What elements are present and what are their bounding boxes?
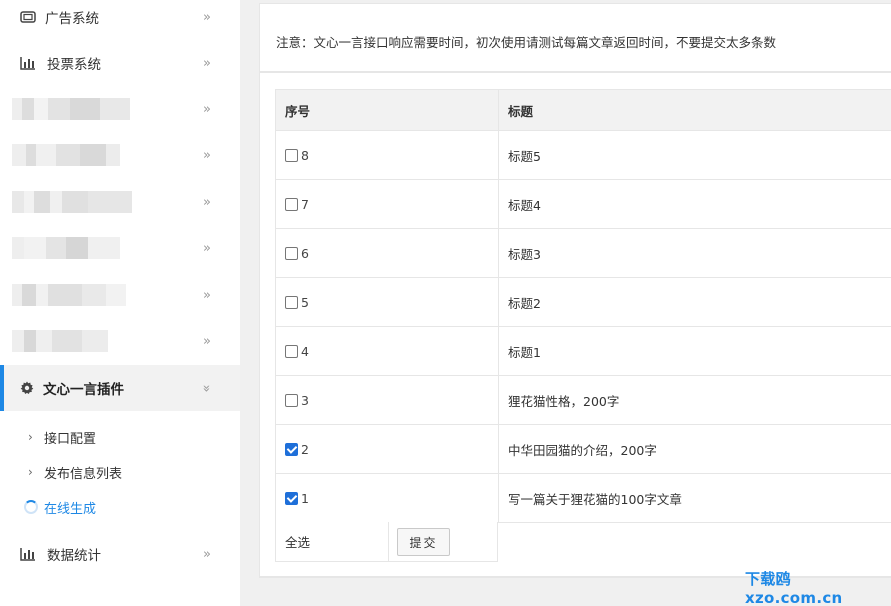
title-cell: 写一篇关于狸花猫的100字文章 <box>508 491 682 507</box>
chevron-down-icon: » <box>198 384 214 392</box>
table-row: 1 写一篇关于狸花猫的100字文章 <box>275 474 891 523</box>
loading-spinner-icon <box>24 500 38 514</box>
id-cell: 3 <box>276 376 499 424</box>
title-cell: 狸花猫性格，200字 <box>508 393 620 409</box>
ad-icon <box>20 9 36 25</box>
table-header-row: 序号 标题 <box>275 89 891 131</box>
notice-box: 注意：文心一言接口响应需要时间，初次使用请测试每篇文章返回时间，不要提交太多条数 <box>259 3 891 73</box>
id-cell: 1 <box>276 474 499 522</box>
title-cell: 标题1 <box>508 344 541 360</box>
sidebar-item-vote[interactable]: 投票系统 » <box>0 40 240 86</box>
table-row: 7 标题4 <box>275 180 891 229</box>
chevron-right-icon: » <box>203 240 211 256</box>
sidebar-item-label: 文心一言插件 <box>43 382 124 398</box>
row-id: 2 <box>301 441 309 457</box>
row-checkbox[interactable] <box>285 344 298 358</box>
sidebar-item-label: 数据统计 <box>47 548 101 564</box>
subnav-item-publish-list[interactable]: › 发布信息列表 <box>0 457 240 487</box>
active-indicator <box>0 365 4 411</box>
notice-text: 注意：文心一言接口响应需要时间，初次使用请测试每篇文章返回时间，不要提交太多条数 <box>276 35 777 50</box>
id-cell: 8 <box>276 131 499 179</box>
row-id: 7 <box>301 196 309 212</box>
subnav-item-online-generate[interactable]: 在线生成 <box>0 492 240 522</box>
chevron-right-icon: › <box>28 430 33 444</box>
bar-chart-icon <box>20 546 36 562</box>
gear-icon <box>19 380 35 396</box>
chevron-right-icon: » <box>203 55 211 71</box>
redacted-label <box>12 98 130 120</box>
redacted-label <box>12 144 120 166</box>
sidebar-item-redacted[interactable]: » <box>0 86 240 132</box>
sidebar: 广告系统 » 投票系统 » » » » » » » 文心一言插件 » › 接口配… <box>0 0 240 606</box>
table-row: 2 中华田园猫的介绍，200字 <box>275 425 891 474</box>
sidebar-item-ads[interactable]: 广告系统 » <box>0 0 240 40</box>
submit-button[interactable]: 提交 <box>397 528 450 556</box>
redacted-label <box>12 237 120 259</box>
redacted-label <box>12 284 126 306</box>
row-id: 4 <box>301 343 309 359</box>
title-cell: 标题2 <box>508 295 541 311</box>
row-checkbox[interactable] <box>285 295 298 309</box>
id-cell: 6 <box>276 229 499 277</box>
row-id: 6 <box>301 245 309 261</box>
chevron-right-icon: » <box>203 546 211 562</box>
chevron-right-icon: » <box>203 101 211 117</box>
table-row: 5 标题2 <box>275 278 891 327</box>
row-checkbox[interactable] <box>285 246 298 260</box>
subnav-label: 接口配置 <box>44 431 97 447</box>
row-checkbox[interactable] <box>285 148 298 162</box>
subnav-item-api-config[interactable]: › 接口配置 <box>0 422 240 452</box>
table-footer: 全选 提交 <box>275 522 498 562</box>
title-cell: 标题4 <box>508 197 541 213</box>
id-cell: 4 <box>276 327 499 375</box>
table-row: 8 标题5 <box>275 131 891 180</box>
chevron-right-icon: » <box>203 333 211 349</box>
title-cell: 标题5 <box>508 148 541 164</box>
sidebar-item-label: 广告系统 <box>45 11 99 27</box>
chevron-right-icon: » <box>203 287 211 303</box>
subnav-label: 在线生成 <box>44 501 97 517</box>
sidebar-item-redacted[interactable]: » <box>0 272 240 318</box>
id-cell: 7 <box>276 180 499 228</box>
chevron-right-icon: » <box>203 194 211 210</box>
row-id: 5 <box>301 294 309 310</box>
redacted-label <box>12 191 132 213</box>
table-row: 3 狸花猫性格，200字 <box>275 376 891 425</box>
row-checkbox[interactable] <box>285 393 298 407</box>
sidebar-item-label: 投票系统 <box>47 57 101 73</box>
row-id: 3 <box>301 392 309 408</box>
table-row: 6 标题3 <box>275 229 891 278</box>
subnav-label: 发布信息列表 <box>44 466 123 482</box>
bar-chart-icon <box>20 55 36 71</box>
title-cell: 中华田园猫的介绍，200字 <box>508 442 657 458</box>
sidebar-item-redacted[interactable]: » <box>0 225 240 271</box>
row-checkbox[interactable] <box>285 442 298 456</box>
select-all-label[interactable]: 全选 <box>276 522 389 561</box>
sidebar-item-wenxin-plugin[interactable]: 文心一言插件 » <box>0 365 240 411</box>
sidebar-item-redacted[interactable]: » <box>0 318 240 364</box>
id-cell: 5 <box>276 278 499 326</box>
chevron-right-icon: » <box>203 9 211 25</box>
column-header-id: 序号 <box>276 90 499 131</box>
id-cell: 2 <box>276 425 499 473</box>
row-id: 8 <box>301 147 309 163</box>
row-checkbox[interactable] <box>285 491 298 505</box>
redacted-label <box>12 330 108 352</box>
row-id: 1 <box>301 490 309 506</box>
sidebar-item-stats[interactable]: 数据统计 » <box>0 531 240 577</box>
watermark: 下载鸥 xzo.com.cn <box>745 570 843 606</box>
sidebar-item-redacted[interactable]: » <box>0 132 240 178</box>
chevron-right-icon: › <box>28 465 33 479</box>
sidebar-item-redacted[interactable]: » <box>0 179 240 225</box>
column-header-title: 标题 <box>508 104 534 119</box>
chevron-right-icon: » <box>203 147 211 163</box>
row-checkbox[interactable] <box>285 197 298 211</box>
title-cell: 标题3 <box>508 246 541 262</box>
table-row: 4 标题1 <box>275 327 891 376</box>
